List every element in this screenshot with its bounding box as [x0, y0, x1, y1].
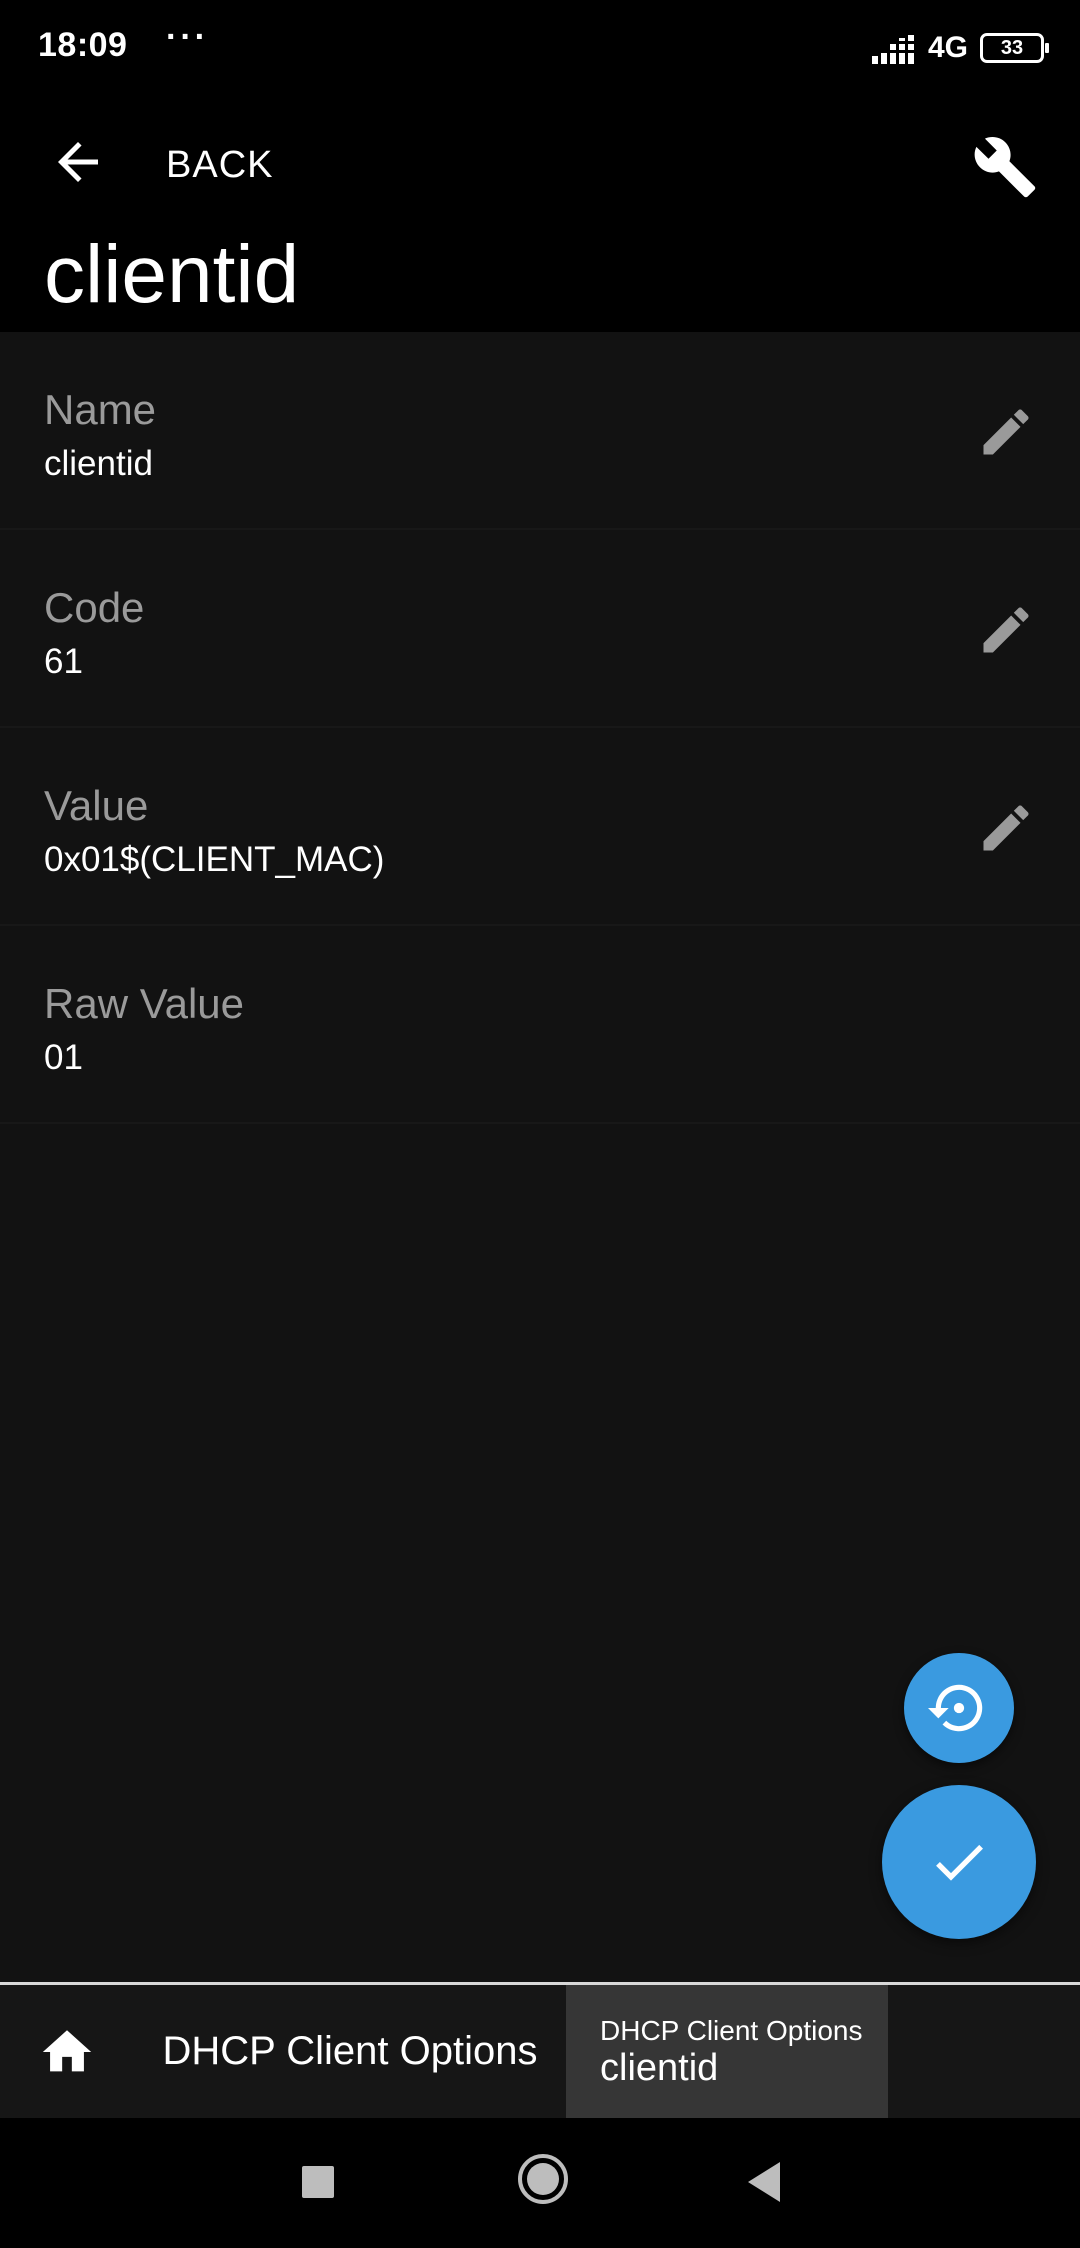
pencil-icon[interactable]	[976, 798, 1036, 858]
nav-home-icon[interactable]	[516, 2152, 570, 2206]
recents-button[interactable]	[302, 2166, 334, 2198]
breadcrumb-current-parent: DHCP Client Options	[600, 2015, 863, 2046]
pencil-icon[interactable]	[976, 402, 1036, 462]
field-value: clientid	[44, 444, 153, 483]
breadcrumb-current-name: clientid	[600, 2047, 719, 2089]
home-icon	[42, 2029, 92, 2071]
breadcrumb-parent[interactable]: DHCP Client Options	[134, 1985, 566, 2118]
signal-icon	[871, 32, 916, 64]
field-name[interactable]: Name clientid	[0, 332, 1080, 530]
status-indicators: 4G 33	[871, 28, 1049, 68]
arrow-left-icon[interactable]	[48, 132, 108, 192]
page-title: clientid	[44, 229, 300, 320]
field-value: 61	[44, 642, 83, 681]
breadcrumb: DHCP Client Options DHCP Client Options …	[0, 1982, 1080, 2118]
check-icon	[936, 1844, 983, 1881]
field-value: 01	[44, 1038, 83, 1077]
field-label: Name	[44, 386, 157, 433]
field-label: Code	[44, 584, 145, 631]
nav-back-icon[interactable]	[744, 2160, 784, 2204]
notification-dots: ···	[166, 18, 209, 56]
status-time: 18:09	[38, 26, 128, 64]
field-raw-value: Raw Value 01	[0, 926, 1080, 1124]
home-button[interactable]	[0, 1985, 134, 2118]
system-nav-bar	[0, 2118, 1080, 2248]
confirm-button[interactable]	[882, 1785, 1036, 1939]
revert-button[interactable]	[904, 1653, 1014, 1763]
restore-icon	[928, 1684, 983, 1732]
back-button[interactable]: BACK	[166, 144, 273, 187]
pencil-icon[interactable]	[976, 600, 1036, 660]
network-type: 4G	[927, 31, 968, 64]
wrench-icon[interactable]	[972, 134, 1038, 200]
field-code[interactable]: Code 61	[0, 530, 1080, 728]
battery-icon: 33	[980, 33, 1049, 63]
field-value: 0x01$(CLIENT_MAC)	[44, 840, 385, 879]
battery-level: 33	[1000, 36, 1024, 59]
field-label: Raw Value	[44, 980, 244, 1027]
status-bar: 18:09 ··· 4G 33	[0, 0, 1080, 96]
field-value-row[interactable]: Value 0x01$(CLIENT_MAC)	[0, 728, 1080, 926]
breadcrumb-current[interactable]: DHCP Client Options clientid	[566, 1985, 888, 2118]
app-bar: BACK clientid	[0, 96, 1080, 332]
field-label: Value	[44, 782, 149, 829]
